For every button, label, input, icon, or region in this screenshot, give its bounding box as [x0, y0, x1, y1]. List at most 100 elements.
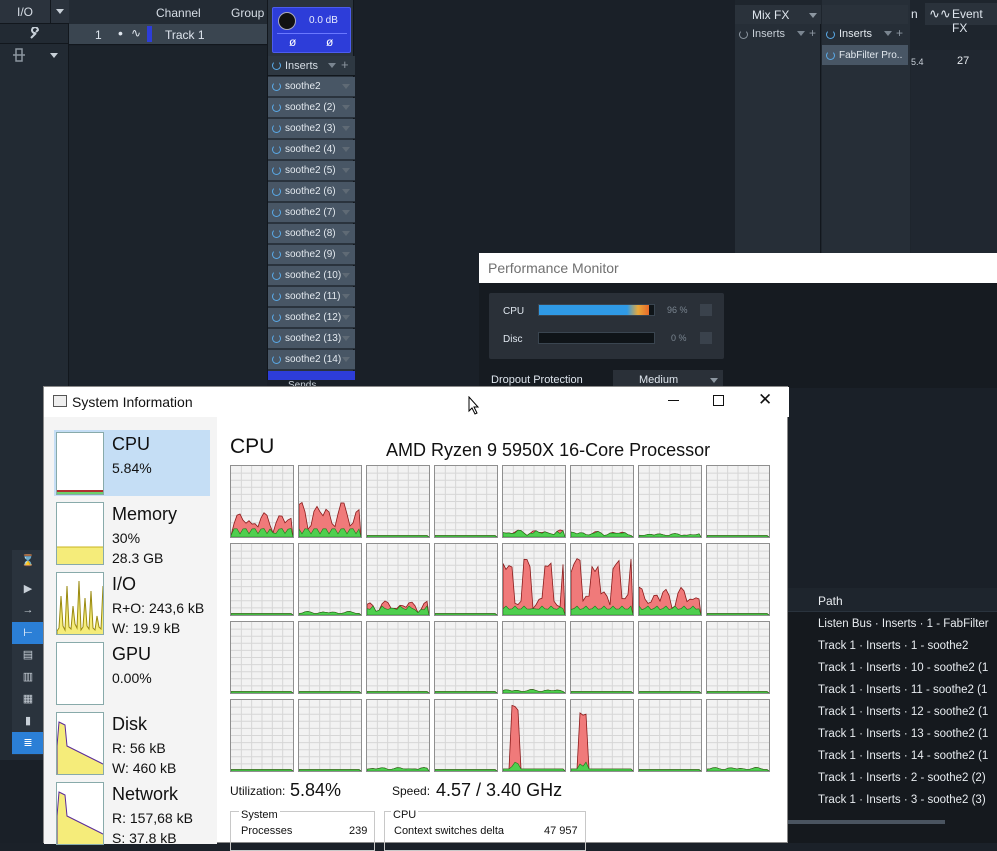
phase-left-button[interactable]: ø — [289, 35, 296, 49]
event-fx-button[interactable]: ∿∿ Event FX — [925, 3, 997, 35]
power-icon[interactable] — [272, 187, 281, 196]
insert-slot[interactable]: soothe2 (13) — [268, 329, 355, 349]
disc-reset-button[interactable] — [700, 332, 712, 344]
io-dropdown[interactable] — [50, 0, 69, 24]
sidebar-item-memory[interactable]: Memory 30% 28.3 GB — [54, 500, 210, 566]
speed-value: 4.57 / 3.40 GHz — [436, 780, 563, 800]
add-insert-icon[interactable]: + — [341, 57, 349, 72]
insert-slot[interactable]: soothe2 (4) — [268, 140, 355, 160]
power-icon[interactable] — [272, 145, 281, 154]
add-insert-icon[interactable]: + — [809, 26, 816, 40]
mix-inserts-header[interactable]: Inserts + — [735, 24, 821, 44]
track-number: 1 — [95, 28, 102, 42]
core-graph — [638, 543, 702, 616]
power-icon[interactable] — [826, 29, 835, 39]
insert-slot[interactable]: soothe2 (8) — [268, 224, 355, 244]
maximize-button[interactable] — [713, 395, 724, 406]
browser-icon[interactable]: ▤ — [12, 644, 44, 666]
insert-slot[interactable]: soothe2 (7) — [268, 203, 355, 223]
timeline[interactable]: 5.4 27 — [911, 50, 997, 255]
insert-slot[interactable]: soothe2 — [268, 77, 355, 97]
insert-slot[interactable]: soothe2 (12) — [268, 308, 355, 328]
path-list-header: Path — [787, 588, 997, 612]
io-header[interactable]: I/O — [0, 0, 69, 24]
horizontal-scrollbar[interactable] — [787, 820, 945, 824]
core-graph — [230, 465, 294, 538]
track-row[interactable]: 1 • ∿ Track 1 — [69, 24, 267, 45]
power-icon[interactable] — [272, 208, 281, 217]
power-icon[interactable] — [272, 103, 281, 112]
list-icon[interactable]: ≣ — [12, 732, 44, 754]
add-insert-icon[interactable]: + — [896, 26, 903, 40]
mouse-cursor-icon — [468, 396, 480, 415]
path-row[interactable]: Track 1 · Inserts · 12 - soothe2 (1 — [818, 706, 988, 718]
power-icon[interactable] — [826, 50, 835, 60]
path-row[interactable]: Track 1 · Inserts · 3 - soothe2 (3) — [818, 794, 986, 806]
sidebar-item-network[interactable]: Network R: 157,68 kB S: 37.8 kB — [54, 780, 210, 846]
phase-right-button[interactable]: ø — [326, 35, 333, 49]
routing-button[interactable] — [0, 44, 69, 66]
record-dot-icon[interactable]: • — [118, 25, 123, 41]
insert-slot[interactable]: soothe2 (3) — [268, 119, 355, 139]
sidebar-item-disk[interactable]: Disk R: 56 kB W: 460 kB — [54, 710, 210, 776]
power-icon[interactable] — [272, 355, 281, 364]
close-button[interactable]: ✕ — [758, 390, 772, 410]
insert-slot[interactable]: soothe2 (5) — [268, 161, 355, 181]
path-row[interactable]: Track 1 · Inserts · 14 - soothe2 (1 — [818, 750, 988, 762]
power-icon[interactable] — [272, 313, 281, 322]
play-icon[interactable]: ▶ — [12, 578, 44, 600]
insert-slot[interactable]: soothe2 (10) — [268, 266, 355, 286]
path-row[interactable]: Track 1 · Inserts · 1 - soothe2 — [818, 640, 968, 652]
insert-slot[interactable]: soothe2 (2) — [268, 98, 355, 118]
window-titlebar[interactable]: System Information ✕ — [44, 387, 789, 417]
insert-slot[interactable]: soothe2 (14) — [268, 350, 355, 370]
insert-slot-label: soothe2 (12) — [285, 312, 342, 323]
insert-slot[interactable]: soothe2 (11) — [268, 287, 355, 307]
path-row[interactable]: Listen Bus · Inserts · 1 - FabFilter — [818, 618, 989, 630]
power-icon[interactable] — [272, 229, 281, 238]
piano-icon[interactable]: ▥ — [12, 666, 44, 688]
power-icon[interactable] — [272, 166, 281, 175]
insert-slot[interactable]: soothe2 (9) — [268, 245, 355, 265]
arrow-right-icon[interactable]: → — [12, 600, 44, 622]
cpu-reset-button[interactable] — [700, 304, 712, 316]
path-row[interactable]: Track 1 · Inserts · 10 - soothe2 (1 — [818, 662, 988, 674]
sidebar-item-gpu[interactable]: GPU 0.00% — [54, 640, 210, 706]
insert-slot[interactable]: soothe2 (6) — [268, 182, 355, 202]
meter-icon[interactable]: ▮ — [12, 710, 44, 732]
path-row[interactable]: Track 1 · Inserts · 11 - soothe2 (1 — [818, 684, 987, 696]
power-icon[interactable] — [272, 124, 281, 133]
system-group-label: System — [239, 809, 280, 821]
inserts-header[interactable]: Inserts + — [268, 56, 355, 76]
power-icon[interactable] — [272, 61, 281, 70]
sidebar-item-cpu[interactable]: CPU 5.84% — [54, 430, 210, 496]
keyboard-icon[interactable]: ▦ — [12, 688, 44, 710]
power-icon[interactable] — [272, 334, 281, 343]
perf-title: Performance Monitor — [479, 253, 997, 283]
sidebar-item-line2: S: 37.8 kB — [112, 830, 177, 844]
tab-partial[interactable]: n — [911, 7, 918, 21]
minimize-button[interactable] — [668, 393, 682, 407]
wrench-button[interactable] — [0, 24, 69, 44]
waveform-icon[interactable]: ∿ — [131, 26, 141, 40]
fader-panel[interactable]: 0.0 dB ø ø — [272, 7, 351, 53]
mix-fx-dropdown[interactable]: Mix FX — [735, 5, 821, 24]
power-icon[interactable] — [272, 82, 281, 91]
path-row[interactable]: Track 1 · Inserts · 2 - soothe2 (2) — [818, 772, 986, 784]
power-icon[interactable] — [272, 292, 281, 301]
sidebar-item-io[interactable]: I/O R+O: 243,6 kB W: 19.9 kB — [54, 570, 210, 636]
path-row[interactable]: Track 1 · Inserts · 13 - soothe2 (1 — [818, 728, 988, 740]
power-icon[interactable] — [272, 271, 281, 280]
io-tool-icon[interactable]: ⊢ — [12, 622, 44, 644]
power-icon[interactable] — [739, 29, 748, 39]
listen-inserts-header[interactable]: Inserts + — [822, 24, 908, 44]
chevron-down-icon[interactable] — [328, 63, 336, 68]
insert-slot-label: soothe2 (4) — [285, 144, 336, 155]
chevron-down-icon — [49, 52, 58, 58]
pan-knob[interactable] — [278, 12, 296, 30]
power-icon[interactable] — [272, 250, 281, 259]
app-icon — [53, 395, 67, 407]
track-name: Track 1 — [165, 28, 205, 42]
fabfilter-slot[interactable]: FabFilter Pro.. — [822, 45, 908, 65]
hourglass-icon[interactable]: ⌛ — [12, 550, 44, 572]
